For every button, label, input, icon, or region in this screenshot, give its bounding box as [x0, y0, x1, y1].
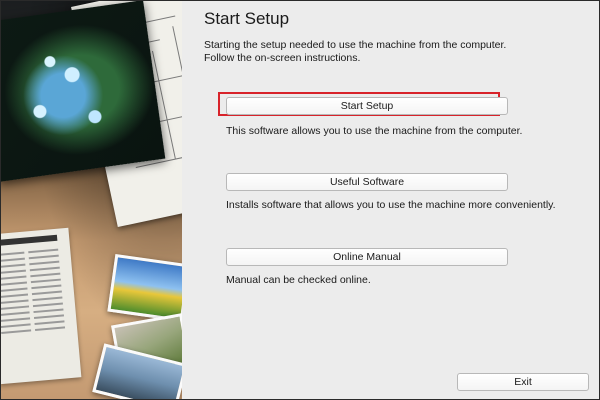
landscape-photo-image: [107, 253, 182, 323]
useful-software-description: Installs software that allows you to use…: [226, 199, 556, 211]
useful-software-button[interactable]: Useful Software: [226, 173, 508, 191]
flower-photo-image: [1, 1, 166, 182]
exit-button[interactable]: Exit: [457, 373, 589, 391]
online-manual-description: Manual can be checked online.: [226, 274, 371, 286]
decorative-artwork: [1, 1, 182, 399]
online-manual-button[interactable]: Online Manual: [226, 248, 508, 266]
intro-text: Starting the setup needed to use the mac…: [204, 39, 506, 65]
start-setup-button[interactable]: Start Setup: [226, 97, 508, 115]
intro-line-1: Starting the setup needed to use the mac…: [204, 39, 507, 51]
setup-window: Start Setup Starting the setup needed to…: [0, 0, 600, 400]
intro-line-2: Follow the on-screen instructions.: [204, 52, 361, 64]
page-title: Start Setup: [204, 9, 290, 28]
newspaper-image: [1, 227, 82, 385]
content-panel: Start Setup Starting the setup needed to…: [182, 1, 599, 399]
start-setup-description: This software allows you to use the mach…: [226, 125, 523, 137]
